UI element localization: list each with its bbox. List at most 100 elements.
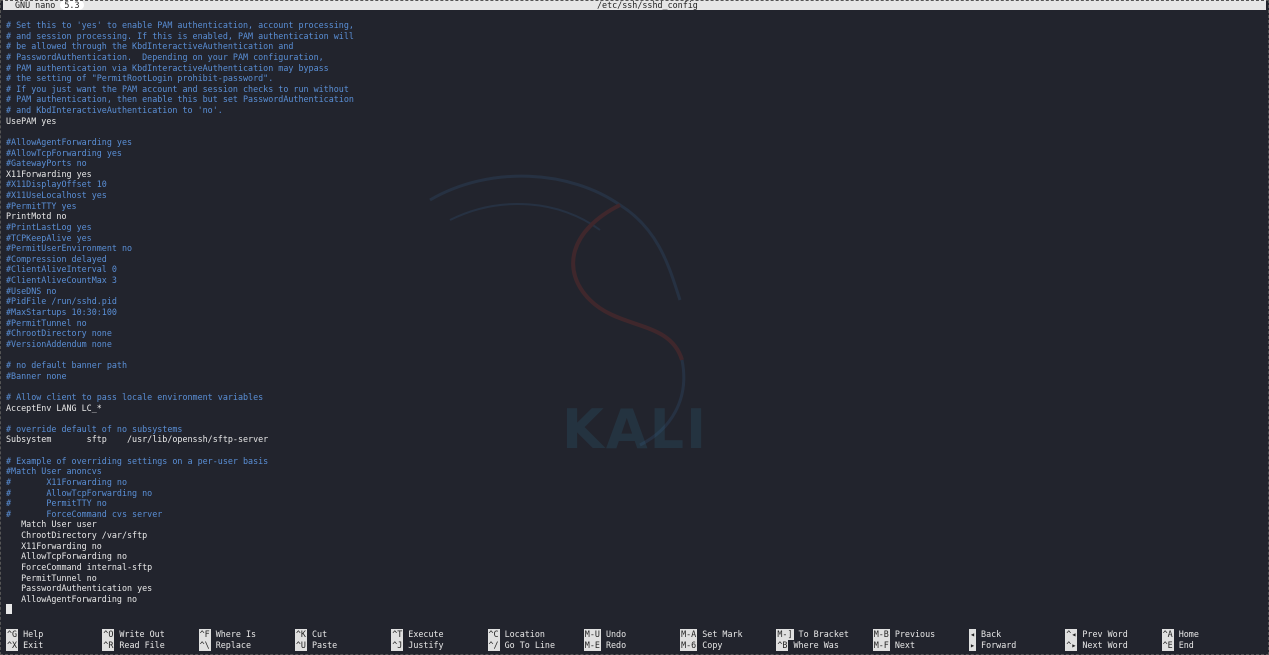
shortcut-home[interactable]: ^A Home [1161,629,1199,640]
comment-line[interactable]: #Compression delayed [6,254,1261,265]
shortcut-label: Next Word [1082,640,1128,650]
comment-line[interactable]: #Banner none [6,371,1261,382]
shortcut-label: Read File [119,640,165,650]
shortcut-paste[interactable]: ^U Paste [294,640,337,651]
shortcut-next[interactable]: M-F Next [872,640,915,651]
shortcut-key: ^/ [487,640,500,651]
shortcut-key: ^C [487,629,500,640]
comment-line[interactable]: # PasswordAuthentication. Depending on y… [6,52,1261,63]
comment-line[interactable]: # and KbdInteractiveAuthentication to 'n… [6,105,1261,116]
shortcut-back[interactable]: ◂ Back [969,629,1001,640]
shortcut-bar: ^G Help ^X Exit ^O Write Out ^R Read File ^F Wher… [6,629,1266,651]
comment-line[interactable]: #X11DisplayOffset 10 [6,179,1261,190]
shortcut-label: Write Out [119,629,165,639]
comment-line[interactable]: # no default banner path [6,360,1261,371]
shortcut-undo[interactable]: M-U Undo [583,629,626,640]
comment-line[interactable]: #UseDNS no [6,286,1261,297]
comment-line[interactable]: #PidFile /run/sshd.pid [6,296,1261,307]
comment-line[interactable]: #AllowTcpForwarding yes [6,148,1261,159]
comment-line[interactable]: #ClientAliveInterval 0 [6,264,1261,275]
comment-line[interactable]: # Set this to 'yes' to enable PAM authen… [6,20,1261,31]
directive-line[interactable]: AllowTcpForwarding no [6,551,1261,562]
shortcut-end[interactable]: ^E End [1161,640,1194,651]
comment-line[interactable]: # Example of overriding settings on a pe… [6,456,1261,467]
nano-title-bar: GNU nano 5.3 /etc/ssh/sshd_config [3,0,1266,10]
shortcut-read-file[interactable]: ^R Read File [102,640,165,651]
comment-line[interactable]: #PermitUserEnvironment no [6,243,1261,254]
comment-line[interactable]: # X11Forwarding no [6,477,1261,488]
comment-line[interactable]: #ClientAliveCountMax 3 [6,275,1261,286]
shortcut-to-bracket[interactable]: M-] To Bracket [776,629,849,640]
comment-line[interactable]: #GatewayPorts no [6,158,1261,169]
comment-line[interactable]: #Match User anoncvs [6,466,1261,477]
comment-line[interactable]: # PAM authentication, then enable this b… [6,94,1261,105]
shortcut-replace[interactable]: ^\ Replace [198,640,251,651]
shortcut-key: ^A [1161,629,1174,640]
comment-line[interactable]: # override default of no subsystems [6,424,1261,435]
comment-line[interactable]: #AllowAgentForwarding yes [6,137,1261,148]
directive-line[interactable]: PasswordAuthentication yes [6,583,1261,594]
shortcut-set-mark[interactable]: M-A Set Mark [680,629,743,640]
shortcut-justify[interactable]: ^J Justify [391,640,444,651]
comment-line[interactable]: # AllowTcpForwarding no [6,488,1261,499]
directive-line[interactable]: X11Forwarding yes [6,169,1261,180]
shortcut-key: ^F [198,629,211,640]
shortcut-where-is[interactable]: ^F Where Is [198,629,256,640]
comment-line[interactable]: #VersionAddendum none [6,339,1261,350]
shortcut-label: Cut [311,629,328,639]
shortcut-label: Location [504,629,545,639]
comment-line[interactable]: # the setting of "PermitRootLogin prohib… [6,73,1261,84]
shortcut-help[interactable]: ^G Help [6,629,43,640]
comment-line[interactable]: #ChrootDirectory none [6,328,1261,339]
comment-line[interactable]: #PermitTunnel no [6,318,1261,329]
blank-line[interactable] [6,445,1261,456]
directive-line[interactable]: ChrootDirectory /var/sftp [6,530,1261,541]
comment-line[interactable]: # PermitTTY no [6,498,1261,509]
shortcut-write-out[interactable]: ^O Write Out [102,629,165,640]
shortcut-where-was[interactable]: ^B Where Was [776,640,839,651]
comment-line[interactable]: #X11UseLocalhost yes [6,190,1261,201]
shortcut-redo[interactable]: M-E Redo [583,640,626,651]
comment-line[interactable]: # be allowed through the KbdInteractiveA… [6,41,1261,52]
version-number: 5.3 [60,0,84,10]
shortcut-execute[interactable]: ^T Execute [391,629,444,640]
directive-line[interactable]: X11Forwarding no [6,541,1261,552]
shortcut-exit[interactable]: ^X Exit [6,640,43,651]
comment-line[interactable]: # Allow client to pass locale environmen… [6,392,1261,403]
directive-line[interactable]: PermitTunnel no [6,573,1261,584]
shortcut-prev-word[interactable]: ^◂ Prev Word [1065,629,1128,640]
comment-line[interactable]: # and session processing. If this is ena… [6,31,1261,42]
shortcut-label: Previous [894,629,936,639]
blank-line[interactable] [6,381,1261,392]
shortcut-key: M-F [872,640,890,651]
comment-line[interactable]: #MaxStartups 10:30:100 [6,307,1261,318]
directive-line[interactable]: UsePAM yes [6,116,1261,127]
blank-line[interactable] [6,126,1261,137]
comment-line[interactable]: #TCPKeepAlive yes [6,233,1261,244]
comment-line[interactable]: #PermitTTY yes [6,201,1261,212]
shortcut-label: Replace [215,640,251,650]
blank-line[interactable] [6,349,1261,360]
shortcut-next-word[interactable]: ^▸ Next Word [1065,640,1128,651]
shortcut-cut[interactable]: ^K Cut [294,629,328,640]
directive-line[interactable]: Subsystem sftp /usr/lib/openssh/sftp-ser… [6,434,1261,445]
directive-line[interactable]: Match User user [6,519,1261,530]
shortcut-forward[interactable]: ▸ Forward [969,640,1016,651]
shortcut-location[interactable]: ^C Location [487,629,545,640]
shortcut-go-to-line[interactable]: ^/ Go To Line [487,640,555,651]
shortcut-key: ^X [6,640,19,651]
comment-line[interactable]: # If you just want the PAM account and s… [6,84,1261,95]
shortcut-copy[interactable]: M-6 Copy [680,640,722,651]
comment-line[interactable]: # PAM authentication via KbdInteractiveA… [6,63,1261,74]
comment-line[interactable]: # ForceCommand cvs server [6,509,1261,520]
directive-line[interactable]: AllowAgentForwarding no [6,594,1261,605]
shortcut-key: M-E [583,640,601,651]
comment-line[interactable]: #PrintLastLog yes [6,222,1261,233]
editor-text-area[interactable]: # Set this to 'yes' to enable PAM authen… [6,20,1261,615]
shortcut-previous[interactable]: M-B Previous [872,629,936,640]
blank-line[interactable] [6,413,1261,424]
directive-line[interactable]: AcceptEnv LANG LC_* [6,403,1261,414]
cursor-line[interactable] [6,604,1261,615]
directive-line[interactable]: PrintMotd no [6,211,1261,222]
directive-line[interactable]: ForceCommand internal-sftp [6,562,1261,573]
